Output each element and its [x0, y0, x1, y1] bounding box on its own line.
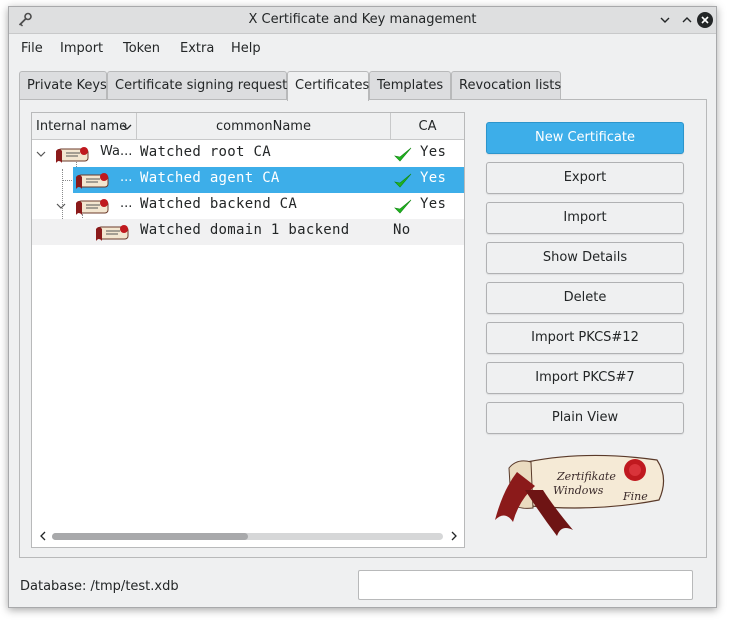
menu-extra[interactable]: Extra — [180, 41, 214, 56]
chevron-down-icon — [122, 124, 132, 130]
scrollbar-thumb[interactable] — [52, 533, 248, 540]
internal-name: Wa... — [100, 144, 133, 159]
tab-certificates[interactable]: Certificates — [287, 71, 369, 101]
column-header-internal-name[interactable]: Internal name — [32, 113, 137, 140]
chevron-down-icon[interactable] — [56, 201, 66, 211]
common-name: Watched root CA — [140, 144, 271, 160]
tab-private-keys[interactable]: Private Keys — [19, 71, 107, 100]
main-window: X Certificate and Key management File Im… — [8, 6, 717, 608]
import-button[interactable]: Import — [486, 202, 684, 234]
table-row[interactable]: Wa... Watched root CA Yes — [32, 141, 464, 167]
common-name: Watched agent CA — [140, 170, 280, 186]
certificate-icon — [96, 225, 129, 241]
logo-text-line2: Windows — [553, 484, 604, 497]
chevron-down-icon[interactable] — [36, 149, 46, 159]
common-name: Watched backend CA — [140, 196, 298, 212]
column-header-ca[interactable]: CA — [391, 113, 464, 140]
certificate-icon — [56, 147, 89, 163]
check-icon — [394, 147, 412, 162]
table-row[interactable]: ... Watched backend CA Yes — [32, 193, 464, 219]
minimize-icon[interactable] — [656, 11, 674, 29]
menu-help[interactable]: Help — [231, 41, 261, 56]
logo-text-line3: Fine — [622, 490, 648, 503]
menu-file[interactable]: File — [21, 41, 43, 56]
tab-templates[interactable]: Templates — [369, 71, 451, 100]
new-certificate-button[interactable]: New Certificate — [486, 122, 684, 154]
column-label-internal-name: Internal name — [36, 119, 128, 134]
internal-name: ... — [120, 170, 133, 185]
check-icon — [394, 173, 412, 188]
certificate-icon — [76, 173, 109, 189]
ca-value: No — [393, 222, 411, 238]
certificate-icon — [76, 199, 109, 215]
status-field — [358, 570, 693, 600]
import-pkcs7-button[interactable]: Import PKCS#7 — [486, 362, 684, 394]
menu-bar: File Import Token Extra Help — [9, 34, 716, 64]
delete-button[interactable]: Delete — [486, 282, 684, 314]
ca-value: Yes — [420, 170, 447, 186]
logo-text-line1: Zertifikate — [556, 470, 616, 483]
certificate-tree[interactable]: Internal name commonName CA Wa... Watche… — [31, 112, 465, 548]
scroll-left-icon[interactable] — [37, 529, 49, 543]
maximize-icon[interactable] — [678, 11, 696, 29]
internal-name: ... — [120, 196, 133, 211]
common-name: Watched domain 1 backend — [140, 222, 350, 238]
import-pkcs12-button[interactable]: Import PKCS#12 — [486, 322, 684, 354]
certificates-panel: Internal name commonName CA Wa... Watche… — [19, 99, 707, 558]
horizontal-scrollbar[interactable] — [32, 525, 464, 547]
close-icon[interactable] — [696, 11, 714, 29]
database-path: Database: /tmp/test.xdb — [20, 579, 179, 594]
title-bar: X Certificate and Key management — [9, 7, 716, 34]
status-bar: Database: /tmp/test.xdb — [9, 567, 716, 607]
table-header: Internal name commonName CA — [32, 113, 464, 140]
export-button[interactable]: Export — [486, 162, 684, 194]
window-title: X Certificate and Key management — [248, 12, 477, 27]
menu-token[interactable]: Token — [123, 41, 160, 56]
ca-value: Yes — [420, 144, 447, 160]
plain-view-button[interactable]: Plain View — [486, 402, 684, 434]
tab-csr[interactable]: Certificate signing requests — [107, 71, 294, 100]
ca-value: Yes — [420, 196, 447, 212]
column-header-common-name[interactable]: commonName — [137, 113, 391, 140]
scroll-logo: Zertifikate Windows Fine — [495, 454, 665, 536]
menu-import[interactable]: Import — [60, 41, 103, 56]
tab-revocation-lists[interactable]: Revocation lists — [451, 71, 561, 100]
scroll-right-icon[interactable] — [448, 529, 460, 543]
table-row[interactable]: Watched domain 1 backend No — [32, 219, 464, 245]
table-row[interactable]: ... Watched agent CA Yes — [32, 167, 464, 193]
show-details-button[interactable]: Show Details — [486, 242, 684, 274]
check-icon — [394, 199, 412, 214]
